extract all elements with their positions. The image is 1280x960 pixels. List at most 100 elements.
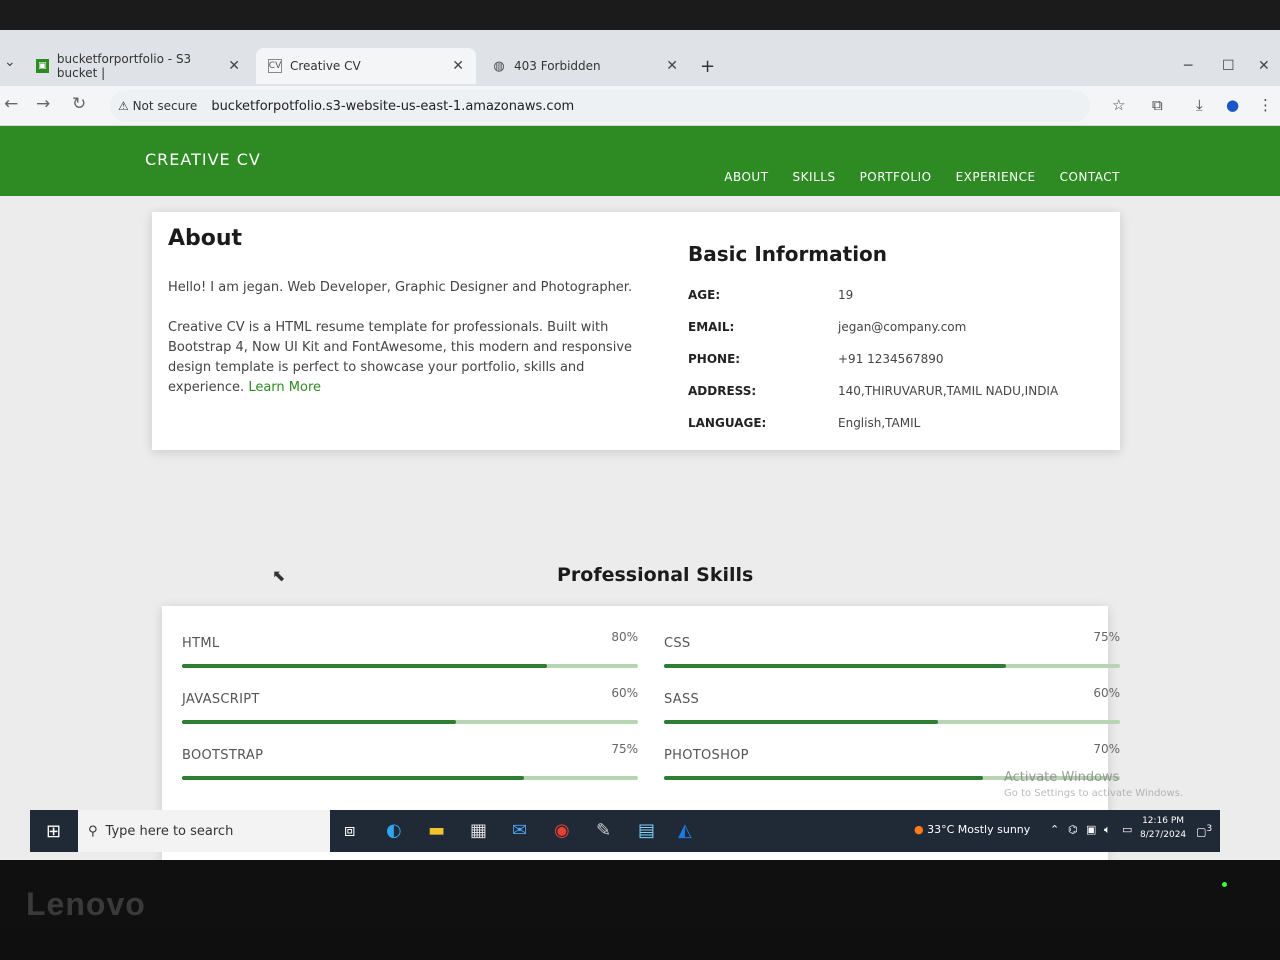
close-tab-icon[interactable]: ✕ — [452, 58, 464, 74]
site-menu: ABOUT SKILLS PORTFOLIO EXPERIENCE CONTAC… — [724, 170, 1120, 184]
windows-taskbar: ⊞ ⚲ Type here to search ⧈ ◐ ▬ ▦ ✉ ◉ ✎ ▤ … — [30, 810, 1220, 852]
omnibox[interactable]: ⚠ Not secure bucketforpotfolio.s3-websit… — [110, 90, 1090, 122]
search-icon: ⚲ — [88, 823, 98, 839]
skill-fill — [664, 664, 1006, 668]
site-brand[interactable]: CREATIVE CV — [145, 150, 261, 169]
meet-icon[interactable]: ▣ — [1086, 823, 1096, 836]
tab-title: bucketforportfolio - S3 bucket | — [56, 52, 192, 80]
weather-text: 33°C Mostly sunny — [927, 823, 1031, 836]
tab-403-forbidden[interactable]: ◍ 403 Forbidden ✕ — [480, 48, 690, 84]
about-card: About Hello! I am jegan. Web Developer, … — [152, 212, 1120, 450]
menu-skills[interactable]: SKILLS — [793, 170, 836, 184]
info-label: LANGUAGE: — [688, 416, 767, 430]
taskbar-search[interactable]: ⚲ Type here to search — [78, 810, 330, 852]
skills-title: Professional Skills — [557, 564, 754, 586]
info-label: EMAIL: — [688, 320, 735, 334]
skill-track — [182, 664, 638, 668]
website: CREATIVE CV ABOUT SKILLS PORTFOLIO EXPER… — [0, 126, 1280, 860]
info-value: 19 — [838, 288, 854, 302]
skill-javascript: JAVASCRIPT 60% — [182, 682, 638, 732]
activate-windows-title: Activate Windows — [1004, 770, 1120, 785]
download-icon[interactable]: ⤓ — [1196, 96, 1203, 114]
mail-icon[interactable]: ✉ — [512, 820, 527, 841]
display-icon[interactable]: ▭ — [1122, 823, 1132, 836]
minimize-icon[interactable]: ─ — [1184, 58, 1192, 74]
skill-percent: 75% — [611, 742, 638, 756]
skill-percent: 80% — [611, 630, 638, 644]
skill-track — [182, 720, 638, 724]
power-led — [1222, 882, 1227, 887]
cv-icon: CV — [268, 59, 282, 73]
menu-about[interactable]: ABOUT — [724, 170, 768, 184]
address-bar: ← → ↻ ⚠ Not secure bucketforpotfolio.s3-… — [0, 86, 1280, 126]
info-label: ADDRESS: — [688, 384, 757, 398]
info-value: 140,THIRUVARUR,TAMIL NADU,INDIA — [838, 384, 1059, 398]
security-label: Not secure — [132, 99, 198, 113]
profile-icon[interactable]: ● — [1226, 96, 1239, 114]
warning-icon: ⚠ — [118, 99, 133, 113]
info-label: PHONE: — [688, 352, 741, 366]
file-explorer-icon[interactable]: ▬ — [428, 820, 445, 841]
skill-css: CSS 75% — [664, 626, 1120, 676]
menu-portfolio[interactable]: PORTFOLIO — [860, 170, 932, 184]
windows-start-icon[interactable]: ⊞ — [46, 821, 61, 842]
security-indicator[interactable]: ⚠ Not secure — [118, 99, 197, 113]
menu-kebab-icon[interactable]: ⋮ — [1258, 96, 1273, 114]
volume-icon[interactable]: 🔈︎ — [1104, 823, 1111, 837]
skill-track — [182, 776, 638, 780]
url-text[interactable]: bucketforpotfolio.s3-website-us-east-1.a… — [211, 99, 574, 114]
info-label: AGE: — [688, 288, 721, 302]
notification-count: 3 — [1206, 823, 1213, 834]
s3-icon: ▣ — [36, 59, 49, 73]
notepad-icon[interactable]: ▤ — [638, 820, 655, 841]
app-icon[interactable]: ◭ — [678, 820, 692, 841]
info-value: English,TAMIL — [838, 416, 921, 430]
screen: ⌄ ▣ bucketforportfolio - S3 bucket | ✕ C… — [0, 30, 1280, 860]
skill-percent: 70% — [1093, 742, 1120, 756]
close-window-icon[interactable]: ✕ — [1258, 58, 1270, 74]
learn-more-link[interactable]: Learn More — [248, 380, 321, 395]
lenovo-logo: Lenovo — [26, 886, 146, 922]
tab-bar: ⌄ ▣ bucketforportfolio - S3 bucket | ✕ C… — [0, 30, 1280, 86]
reload-icon[interactable]: ↻ — [72, 94, 86, 114]
about-intro: Hello! I am jegan. Web Developer, Graphi… — [168, 280, 633, 295]
task-view-icon[interactable]: ⧈ — [344, 820, 355, 841]
notifications-icon[interactable]: ▢3 — [1196, 823, 1212, 839]
activate-windows-subtitle: Go to Settings to activate Windows. — [1004, 788, 1184, 799]
skill-percent: 60% — [611, 686, 638, 700]
new-tab-icon[interactable]: + — [700, 56, 715, 77]
maximize-icon[interactable]: ☐ — [1222, 58, 1235, 74]
mouse-cursor-icon: ⬉ — [272, 566, 286, 585]
skill-sass: SASS 60% — [664, 682, 1120, 732]
skill-name: HTML — [182, 636, 220, 651]
tab-creative-cv[interactable]: CV Creative CV ✕ — [256, 48, 476, 84]
extensions-icon[interactable]: ⧉ — [1152, 96, 1163, 114]
taskbar-clock[interactable]: 12:16 PM 8/27/2024 — [1140, 814, 1186, 842]
close-tab-icon[interactable]: ✕ — [228, 58, 240, 74]
skill-name: CSS — [664, 636, 691, 651]
weather-widget[interactable]: ● 33°C Mostly sunny — [914, 823, 1030, 836]
tray-chevron-icon[interactable]: ⌃ — [1050, 823, 1059, 836]
clock-date: 8/27/2024 — [1140, 830, 1187, 840]
menu-experience[interactable]: EXPERIENCE — [956, 170, 1036, 184]
tab-search-chevron-icon[interactable]: ⌄ — [4, 54, 16, 70]
skill-track — [664, 720, 1120, 724]
skill-name: PHOTOSHOP — [664, 748, 749, 763]
edge-icon[interactable]: ◐ — [386, 820, 402, 841]
tab-s3-bucket[interactable]: ▣ bucketforportfolio - S3 bucket | ✕ — [24, 48, 252, 84]
close-tab-icon[interactable]: ✕ — [666, 58, 678, 74]
bookmark-star-icon[interactable]: ☆ — [1112, 96, 1125, 114]
menu-contact[interactable]: CONTACT — [1060, 170, 1120, 184]
skill-fill — [664, 720, 938, 724]
back-icon[interactable]: ← — [4, 94, 18, 114]
about-description: Creative CV is a HTML resume template fo… — [168, 318, 638, 398]
skill-html: HTML 80% — [182, 626, 638, 676]
store-icon[interactable]: ▦ — [470, 820, 487, 841]
tab-title: Creative CV — [290, 59, 361, 73]
skill-fill — [182, 776, 524, 780]
forward-icon[interactable]: → — [36, 94, 50, 114]
chrome-icon[interactable]: ◉ — [554, 820, 570, 841]
network-icon[interactable]: ⌬ — [1068, 823, 1078, 836]
paint-icon[interactable]: ✎ — [596, 820, 611, 841]
search-placeholder: Type here to search — [105, 823, 234, 839]
